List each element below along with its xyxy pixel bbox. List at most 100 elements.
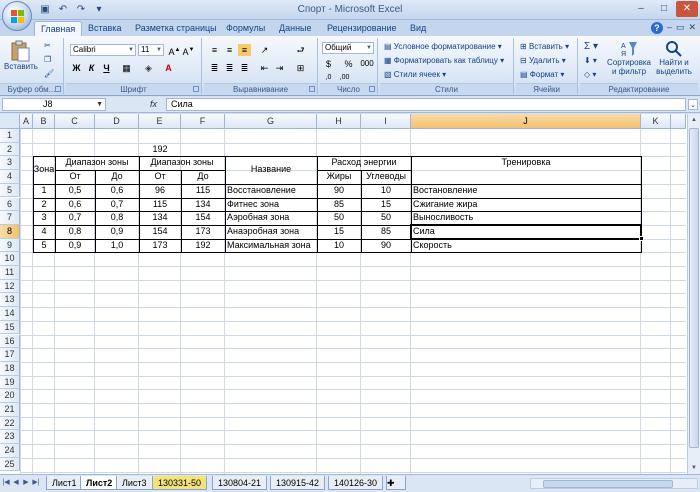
font-color-icon[interactable]: A (162, 62, 175, 74)
help-icon[interactable]: ? (650, 22, 663, 34)
currency-icon[interactable]: $ (322, 58, 335, 70)
cell-name[interactable]: Восстановление (225, 184, 317, 198)
sheet-tab-130915-42[interactable]: 130915-42 (270, 476, 326, 490)
column-header-e[interactable]: E (139, 114, 181, 129)
horizontal-scroll-thumb[interactable] (543, 480, 673, 488)
cell-range1-to[interactable]: 0,8 (95, 211, 139, 225)
format-as-table-button[interactable]: ▦ Форматировать как таблицу ▾ (384, 55, 504, 67)
cell-range2-to[interactable]: 115 (181, 184, 225, 198)
cell-range1-from[interactable]: 0,9 (55, 239, 95, 253)
font-launcher-icon[interactable] (193, 86, 199, 92)
sheet-tab-list1[interactable]: Лист1 (46, 476, 83, 490)
row-header-14[interactable]: 14 (0, 307, 20, 321)
cell-range2-to[interactable]: 134 (181, 198, 225, 212)
autosum-button[interactable]: Σ ▾ (584, 41, 598, 53)
tab-home[interactable]: Главная (34, 21, 83, 36)
cell-training[interactable]: Сжигание жира (411, 198, 641, 212)
sheet-tab-140126-30[interactable]: 140126-30 (328, 476, 384, 490)
cell-zone[interactable]: 3 (33, 211, 55, 225)
column-header-b[interactable]: B (33, 114, 55, 129)
cell-range1-from[interactable]: 0,7 (55, 211, 95, 225)
cell-fat[interactable]: 10 (317, 239, 361, 253)
vertical-scroll-thumb[interactable] (689, 128, 699, 448)
cell-range1-from[interactable]: 0,6 (55, 198, 95, 212)
header-range2[interactable]: Диапазон зоны (139, 156, 225, 170)
row-header-8[interactable]: 8 (0, 224, 20, 239)
last-sheet-icon[interactable]: ▶| (32, 478, 40, 486)
select-all-corner[interactable] (0, 114, 20, 129)
row-header-6[interactable]: 6 (0, 197, 20, 212)
cell-name[interactable]: Аэробная зона (225, 211, 317, 225)
column-header-g[interactable]: G (225, 114, 317, 129)
cell-carb[interactable]: 85 (361, 225, 411, 239)
row-header-16[interactable]: 16 (0, 334, 20, 349)
format-painter-icon[interactable]: 🖌 (44, 68, 54, 80)
wrap-text-icon[interactable]: ⮐ (294, 44, 307, 56)
tab-view[interactable]: Вид (404, 21, 432, 36)
increase-indent-icon[interactable]: ⇥ (273, 62, 286, 74)
underline-button[interactable]: Ч (100, 62, 113, 74)
cell-range2-from[interactable]: 154 (139, 225, 181, 239)
cell-range2-from[interactable]: 134 (139, 211, 181, 225)
column-header-i[interactable]: I (361, 114, 411, 129)
sheet-tab-list2[interactable]: Лист2 (80, 476, 119, 490)
tab-page-layout[interactable]: Разметка страницы (129, 21, 223, 36)
row-header-25[interactable]: 25 (0, 457, 20, 472)
tab-data[interactable]: Данные (273, 21, 318, 36)
prev-sheet-icon[interactable]: ◀ (12, 478, 20, 486)
cell-range2-from[interactable]: 173 (139, 239, 181, 253)
header-training[interactable]: Тренировка (411, 156, 641, 170)
row-header-23[interactable]: 23 (0, 430, 20, 445)
row-header-15[interactable]: 15 (0, 320, 20, 335)
merge-center-icon[interactable]: ⊞ (294, 62, 307, 74)
cell-fat[interactable]: 50 (317, 211, 361, 225)
office-button[interactable] (2, 1, 32, 31)
paste-button[interactable]: Вставить (4, 40, 38, 71)
row-header-4[interactable]: 4 (0, 170, 20, 184)
header-range1[interactable]: Диапазон зоны (55, 156, 139, 170)
bold-button[interactable]: Ж (70, 62, 83, 74)
align-bottom-icon[interactable]: ≡ (238, 44, 251, 56)
cell-carb[interactable]: 15 (361, 198, 411, 212)
copy-icon[interactable]: ❐ (44, 54, 51, 66)
font-name-combo[interactable]: Calibri ▼ (70, 44, 136, 56)
cell-training[interactable]: Скорость (411, 239, 641, 253)
column-header-d[interactable]: D (95, 114, 139, 129)
clear-icon[interactable]: ◇ ▾ (584, 69, 596, 81)
clipboard-launcher-icon[interactable] (55, 86, 61, 92)
row-header-17[interactable]: 17 (0, 348, 20, 362)
cell-range1-to[interactable]: 1,0 (95, 239, 139, 253)
cell-zone[interactable]: 4 (33, 225, 55, 239)
insert-function-button[interactable]: fx (150, 99, 157, 109)
cell-carb[interactable]: 10 (361, 184, 411, 198)
header-from2[interactable]: От (139, 170, 181, 184)
row-header-19[interactable]: 19 (0, 375, 20, 390)
cell-name[interactable]: Максимальная зона (225, 239, 317, 253)
cell-range1-to[interactable]: 0,7 (95, 198, 139, 212)
row-header-12[interactable]: 12 (0, 279, 20, 294)
formula-input[interactable]: Сила (166, 98, 686, 111)
insert-cells-button[interactable]: ⊞ Вставить ▾ (520, 41, 569, 53)
number-launcher-icon[interactable] (369, 86, 375, 92)
alignment-launcher-icon[interactable] (309, 86, 315, 92)
italic-button[interactable]: К (85, 62, 98, 74)
header-to2[interactable]: До (181, 170, 225, 184)
borders-icon[interactable]: ▦ (120, 62, 133, 74)
row-header-11[interactable]: 11 (0, 266, 20, 280)
ribbon-minimize-icon[interactable]: – (667, 22, 672, 34)
align-right-icon[interactable]: ≣ (238, 62, 251, 74)
format-cells-button[interactable]: ▤ Формат ▾ (520, 69, 564, 81)
sheet-tab-130804-21[interactable]: 130804-21 (212, 476, 268, 490)
header-carb[interactable]: Углеводы (361, 170, 411, 184)
thousands-button[interactable]: 000 (358, 58, 376, 70)
align-top-icon[interactable]: ≡ (208, 44, 221, 56)
header-energy[interactable]: Расход энергии (317, 156, 411, 170)
decrease-indent-icon[interactable]: ⇤ (258, 62, 271, 74)
header-fat[interactable]: Жиры (317, 170, 361, 184)
cell-zone[interactable]: 5 (33, 239, 55, 253)
row-header-1[interactable]: 1 (0, 129, 20, 143)
row-header-22[interactable]: 22 (0, 416, 20, 431)
ribbon-close-icon[interactable]: ✕ (688, 22, 696, 34)
sheet-tab-list3[interactable]: Лист3 (116, 476, 153, 490)
row-header-21[interactable]: 21 (0, 403, 20, 417)
